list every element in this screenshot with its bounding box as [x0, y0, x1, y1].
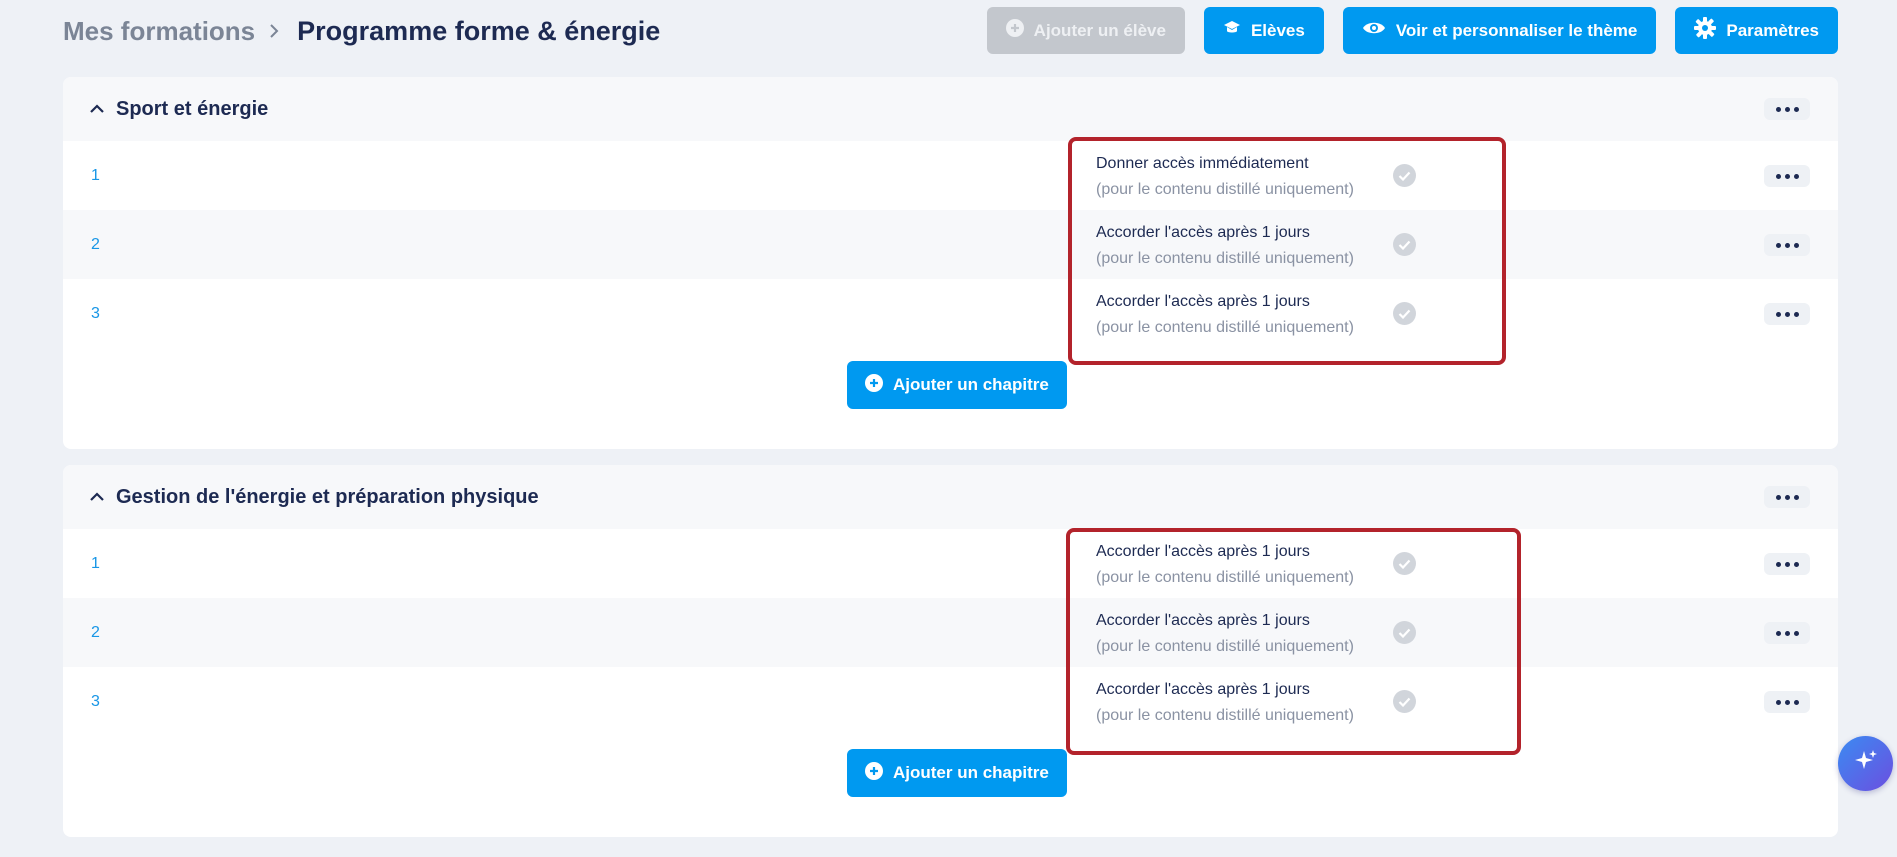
- module-title: Gestion de l'énergie et préparation phys…: [116, 485, 539, 508]
- access-rule-label: Accorder l'accès après 1 jours: [1096, 293, 1310, 310]
- students-button[interactable]: Elèves: [1203, 7, 1324, 54]
- chapter-number[interactable]: 3: [91, 693, 100, 711]
- page-header: Mes formations Programme forme & énergie…: [0, 0, 1897, 62]
- module-header[interactable]: Gestion de l'énergie et préparation phys…: [63, 465, 1838, 529]
- assistant-button[interactable]: [1838, 736, 1893, 791]
- chapter-row: 3 Accorder l'accès après 1 jours (pour l…: [63, 279, 1838, 348]
- add-chapter-label: Ajouter un chapitre: [893, 763, 1049, 782]
- eye-icon: [1362, 20, 1386, 41]
- add-student-label: Ajouter un élève: [1033, 20, 1166, 40]
- settings-button[interactable]: Paramètres: [1675, 7, 1838, 54]
- access-rule: Accorder l'accès après 1 jours (pour le …: [1096, 541, 1354, 589]
- access-rule-note: (pour le contenu distillé uniquement): [1096, 250, 1354, 267]
- more-dots-icon[interactable]: [1764, 622, 1810, 644]
- access-rule: Accorder l'accès après 1 jours (pour le …: [1096, 291, 1354, 339]
- gear-icon: [1694, 17, 1717, 44]
- add-chapter-area: Ajouter un chapitre: [63, 348, 1838, 449]
- access-rule-note: (pour le contenu distillé uniquement): [1096, 319, 1354, 336]
- more-dots-icon[interactable]: [1764, 234, 1810, 256]
- more-dots-icon[interactable]: [1764, 691, 1810, 713]
- breadcrumb: Mes formations Programme forme & énergie: [63, 14, 660, 48]
- check-circle-icon[interactable]: [1393, 233, 1416, 256]
- add-chapter-button[interactable]: Ajouter un chapitre: [847, 749, 1067, 797]
- chapter-number[interactable]: 3: [91, 305, 100, 323]
- check-circle-icon[interactable]: [1393, 621, 1416, 644]
- chapter-number[interactable]: 1: [91, 167, 100, 185]
- check-circle-icon[interactable]: [1393, 552, 1416, 575]
- chapter-row: 2 Accorder l'accès après 1 jours (pour l…: [63, 598, 1838, 667]
- chapter-number[interactable]: 1: [91, 555, 100, 573]
- more-dots-icon[interactable]: [1764, 303, 1810, 325]
- sparkle-icon: [1852, 747, 1880, 780]
- access-rule-label: Accorder l'accès après 1 jours: [1096, 681, 1310, 698]
- more-dots-icon[interactable]: [1764, 165, 1810, 187]
- add-chapter-button[interactable]: Ajouter un chapitre: [847, 361, 1067, 409]
- access-rule-label: Accorder l'accès après 1 jours: [1096, 543, 1310, 560]
- add-chapter-label: Ajouter un chapitre: [893, 375, 1049, 394]
- chapter-row: 3 Accorder l'accès après 1 jours (pour l…: [63, 667, 1838, 736]
- check-circle-icon[interactable]: [1393, 690, 1416, 713]
- plus-circle-icon: [1005, 19, 1024, 42]
- students-label: Elèves: [1250, 20, 1305, 40]
- module-section: Sport et énergie 1 Donner accès immédiat…: [63, 77, 1838, 449]
- settings-label: Paramètres: [1726, 20, 1819, 40]
- check-circle-icon[interactable]: [1393, 164, 1416, 187]
- chapter-number[interactable]: 2: [91, 624, 100, 642]
- access-rule-note: (pour le contenu distillé uniquement): [1096, 181, 1354, 198]
- add-chapter-area: Ajouter un chapitre: [63, 736, 1838, 837]
- module-section: Gestion de l'énergie et préparation phys…: [63, 465, 1838, 837]
- access-rule: Accorder l'accès après 1 jours (pour le …: [1096, 222, 1354, 270]
- theme-button[interactable]: Voir et personnaliser le thème: [1342, 7, 1657, 54]
- chapter-row: 1 Donner accès immédiatement (pour le co…: [63, 141, 1838, 210]
- more-dots-icon[interactable]: [1764, 553, 1810, 575]
- access-rule: Accorder l'accès après 1 jours (pour le …: [1096, 679, 1354, 727]
- module-title: Sport et énergie: [116, 97, 269, 120]
- page-title: Programme forme & énergie: [297, 15, 661, 46]
- graduation-cap-icon: [1223, 19, 1241, 42]
- chapter-number[interactable]: 2: [91, 236, 100, 254]
- more-dots-icon[interactable]: [1764, 486, 1810, 508]
- more-dots-icon[interactable]: [1764, 98, 1810, 120]
- chapter-row: 2 Accorder l'accès après 1 jours (pour l…: [63, 210, 1838, 279]
- plus-circle-icon: [865, 373, 883, 397]
- access-rule-label: Accorder l'accès après 1 jours: [1096, 224, 1310, 241]
- access-rule: Accorder l'accès après 1 jours (pour le …: [1096, 610, 1354, 658]
- module-header[interactable]: Sport et énergie: [63, 77, 1838, 141]
- access-rule-label: Donner accès immédiatement: [1096, 155, 1309, 172]
- plus-circle-icon: [865, 761, 883, 785]
- access-rule-note: (pour le contenu distillé uniquement): [1096, 707, 1354, 724]
- breadcrumb-root-link[interactable]: Mes formations: [63, 16, 255, 47]
- toolbar: Ajouter un élève Elèves Voir et personna…: [986, 7, 1838, 54]
- add-student-button[interactable]: Ajouter un élève: [986, 7, 1185, 54]
- check-circle-icon[interactable]: [1393, 302, 1416, 325]
- access-rule-note: (pour le contenu distillé uniquement): [1096, 638, 1354, 655]
- access-rule-label: Accorder l'accès après 1 jours: [1096, 612, 1310, 629]
- access-rule-note: (pour le contenu distillé uniquement): [1096, 569, 1354, 586]
- chevron-right-icon: [269, 21, 283, 41]
- theme-label: Voir et personnaliser le thème: [1395, 20, 1638, 40]
- chapter-row: 1 Accorder l'accès après 1 jours (pour l…: [63, 529, 1838, 598]
- chevron-up-icon[interactable]: [90, 101, 106, 117]
- chevron-up-icon[interactable]: [90, 489, 106, 505]
- access-rule: Donner accès immédiatement (pour le cont…: [1096, 153, 1354, 201]
